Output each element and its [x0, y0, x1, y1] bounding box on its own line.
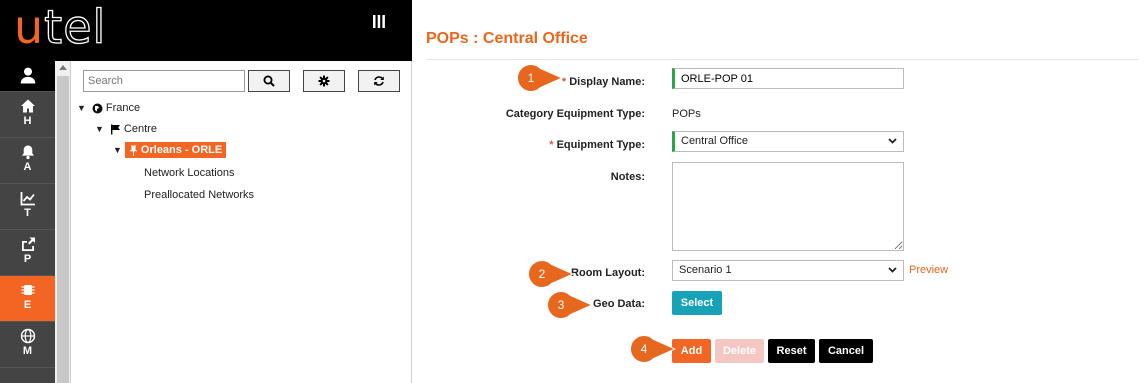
nav-publish-label: P	[23, 253, 32, 265]
category-equipment-type-value: POPs	[672, 108, 701, 120]
home-icon	[20, 99, 35, 113]
search-icon	[263, 75, 275, 87]
selected-node[interactable]: Orleans - ORLE	[124, 142, 227, 158]
tree-node-label: Centre	[123, 123, 157, 135]
pin-icon	[129, 145, 138, 156]
globe-icon	[92, 103, 103, 113]
flag-icon	[110, 124, 120, 134]
nav-publish[interactable]: P	[0, 230, 55, 276]
tree-node-label: Orleans - ORLE	[140, 144, 223, 156]
category-equipment-type-label: Category Equipment Type:	[505, 108, 645, 120]
left-nav-rail: H A T P E M	[0, 61, 55, 383]
tree-node-label: France	[105, 102, 141, 114]
main-form-panel: POPs : Central Office *Display Name: Cat…	[412, 0, 1148, 383]
geo-data-select-button[interactable]: Select	[672, 291, 722, 315]
title-divider	[426, 59, 1138, 60]
nav-home[interactable]: H	[0, 92, 55, 138]
display-name-label: * Display Name:	[562, 76, 645, 88]
geo-data-label: Geo Data:	[593, 298, 645, 310]
scrollbar-thumb[interactable]	[57, 76, 69, 383]
tree-refresh-button[interactable]	[358, 70, 400, 92]
step-callout-2: 2	[527, 259, 577, 289]
chevron-down-icon	[888, 138, 897, 144]
tree-node-label: Preallocated Networks	[144, 189, 255, 201]
nav-map-label: M	[22, 345, 33, 357]
preview-link[interactable]: Preview	[909, 264, 948, 276]
room-layout-label: Room Layout:	[571, 267, 645, 279]
hamburger-icon[interactable]	[373, 15, 385, 32]
nav-home-label: H	[23, 115, 32, 127]
step-callout-4: 4	[629, 334, 679, 364]
nav-trends[interactable]: T	[0, 184, 55, 230]
tree-panel: ▼ France ▼ Centre ▼ Orleans - ORLE Netwo…	[72, 61, 412, 383]
room-layout-selected: Scenario 1	[679, 264, 732, 276]
chart-icon	[20, 192, 35, 206]
room-layout-select[interactable]: Scenario 1	[672, 260, 904, 281]
tree-node-centre[interactable]: ▼ Centre	[95, 123, 157, 135]
step-number: 4	[640, 342, 648, 356]
notes-textarea[interactable]	[672, 162, 904, 251]
step-number: 1	[527, 71, 535, 85]
chevron-down-icon	[888, 267, 897, 273]
gear-icon	[318, 75, 330, 87]
nav-equipment-label: E	[23, 299, 32, 311]
required-marker: *	[549, 139, 554, 151]
tree-search-button[interactable]	[248, 70, 290, 92]
step-callout-3: 3	[546, 290, 596, 320]
tree-node-network-locations[interactable]: Network Locations	[144, 167, 235, 179]
app-root: utel H A T P E M Search ▼ France ▼ Centr…	[0, 0, 1148, 383]
tree-settings-button[interactable]	[303, 70, 345, 92]
user-icon	[20, 67, 35, 84]
tree-node-label: Network Locations	[144, 167, 235, 179]
nav-scrollbar[interactable]	[55, 61, 71, 383]
display-name-input[interactable]	[672, 68, 904, 89]
expand-caret-icon[interactable]: ▼	[95, 124, 104, 134]
equipment-type-label-text: Equipment Type:	[556, 139, 645, 151]
tree-node-preallocated-networks[interactable]: Preallocated Networks	[144, 189, 254, 201]
reset-button[interactable]: Reset	[768, 339, 815, 363]
equipment-type-select[interactable]: Central Office	[672, 131, 904, 152]
chip-icon	[21, 285, 34, 295]
utel-logo[interactable]: utel	[14, 3, 106, 50]
bell-icon	[21, 145, 34, 160]
brand-bar: utel	[0, 0, 412, 61]
page-title: POPs : Central Office	[426, 30, 588, 47]
expand-caret-icon[interactable]: ▼	[77, 103, 86, 113]
expand-caret-icon[interactable]: ▼	[113, 145, 122, 155]
tree-node-france[interactable]: ▼ France	[77, 102, 140, 114]
logo-rest: tel	[44, 0, 107, 54]
user-menu[interactable]	[0, 61, 55, 92]
nav-map[interactable]: M	[0, 322, 55, 368]
cancel-button[interactable]: Cancel	[819, 339, 873, 363]
nav-alerts[interactable]: A	[0, 138, 55, 184]
tree-node-orleans[interactable]: ▼ Orleans - ORLE	[113, 142, 227, 158]
logo-first-letter: u	[14, 0, 45, 54]
step-number: 2	[538, 267, 546, 281]
delete-button[interactable]: Delete	[715, 339, 764, 363]
nav-alerts-label: A	[23, 161, 32, 173]
equipment-type-label: * Equipment Type:	[549, 139, 645, 151]
refresh-icon	[374, 76, 384, 86]
globe-icon	[20, 328, 35, 344]
notes-label: Notes:	[610, 171, 645, 183]
display-name-label-text: Display Name:	[569, 76, 645, 88]
nav-equipment[interactable]: E	[0, 276, 55, 322]
step-number: 3	[557, 298, 565, 312]
tree-search-input[interactable]	[83, 70, 245, 92]
step-callout-1: 1	[516, 63, 566, 93]
scroll-up-arrow-icon[interactable]	[59, 65, 67, 70]
equipment-type-selected: Central Office	[681, 135, 749, 147]
share-icon	[21, 237, 35, 251]
nav-trends-label: T	[24, 207, 31, 219]
